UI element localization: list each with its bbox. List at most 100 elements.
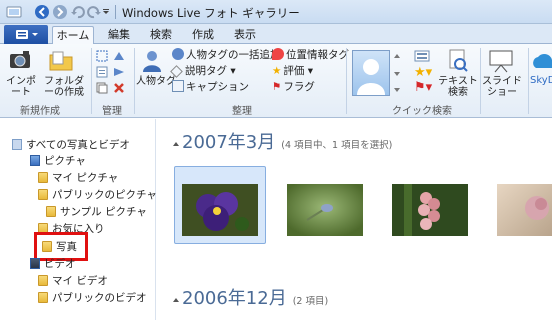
properties-icon[interactable] <box>96 66 108 78</box>
window-title: Windows Live フォト ギャラリー <box>122 6 300 20</box>
folder-icon <box>38 172 48 183</box>
tab-search[interactable]: 検索 <box>144 26 178 44</box>
text-search-button-label[interactable]: テキスト検索 <box>436 76 480 98</box>
copy-icon[interactable] <box>96 82 108 94</box>
batch-people-tag-button[interactable]: 人物タグの一括追加 <box>172 48 281 62</box>
people-tag-icon <box>143 51 161 72</box>
people-tag-button-label[interactable]: 人物タグ <box>136 76 176 87</box>
flag-filter-icon[interactable]: ⚑▾ <box>414 80 432 95</box>
text-search-icon <box>449 49 468 72</box>
nav-public-videos[interactable]: パブリックのビデオ <box>38 291 147 305</box>
file-menu-icon <box>16 30 38 39</box>
new-group-label: 新規作成 <box>20 106 60 117</box>
nav-public-pictures-label: パブリックのピクチャ <box>52 189 157 201</box>
title-separator <box>115 5 116 19</box>
tab-create[interactable]: 作成 <box>186 26 220 44</box>
new-folder-button-label[interactable]: フォルダーの作成 <box>42 76 86 98</box>
date-group-count: (4 項目中、1 項目を選択) <box>281 140 393 151</box>
nav-pictures-label: ピクチャ <box>44 155 86 167</box>
ribbon-tab-row: ホーム 編集 検索 作成 表示 <box>0 24 552 44</box>
rating-button[interactable]: ★ 評価 ▾ <box>272 64 313 78</box>
skydrive-button[interactable]: SkyD <box>530 50 552 94</box>
nav-public-pictures[interactable]: パブリックのピクチャ <box>38 188 157 202</box>
slideshow-button-label[interactable]: スライドショー <box>482 76 522 98</box>
nav-my-pictures-label: マイ ピクチャ <box>52 172 119 184</box>
flag-label: フラグ <box>283 81 315 93</box>
tab-view[interactable]: 表示 <box>228 26 262 44</box>
rating-filter-icon[interactable]: ★▾ <box>414 65 432 80</box>
group-separator <box>134 48 135 114</box>
file-menu-button[interactable] <box>4 25 48 44</box>
description-tag-label: 説明タグ <box>185 65 227 77</box>
geotag-label: 位置情報タグ <box>286 49 349 61</box>
quick-find-group-label: クイック検索 <box>392 106 452 117</box>
caption-button[interactable]: キャプション <box>172 80 249 94</box>
nav-my-videos[interactable]: マイ ビデオ <box>38 274 108 288</box>
rotate-right-icon[interactable] <box>86 4 102 20</box>
date-group-header[interactable]: 2007年3月 (4 項目中、1 項目を選択) <box>182 128 392 154</box>
flag-button[interactable]: ⚑ フラグ <box>272 80 315 94</box>
photo-gallery-icon <box>12 139 22 150</box>
batch-people-tag-label: 人物タグの一括追加 <box>186 49 281 61</box>
import-icon <box>10 51 30 68</box>
caption-icon <box>172 80 184 92</box>
customize-dropdown-icon[interactable] <box>101 4 111 20</box>
ribbon-home-panel: インポート フォルダーの作成 新規作成 管理 人物タグ 人物タグの一括追加 説明… <box>0 44 552 118</box>
gallery-scroll-icon[interactable] <box>392 50 402 96</box>
nav-all-photos-label: すべての写真とビデオ <box>26 139 130 151</box>
collapse-group-icon[interactable] <box>173 142 179 146</box>
tab-edit[interactable]: 編集 <box>102 26 136 44</box>
nav-sample-pictures[interactable]: サンプル ピクチャ <box>46 205 147 219</box>
photo-thumbnail-pink-flowers[interactable] <box>392 184 468 236</box>
nav-my-pictures[interactable]: マイ ピクチャ <box>38 171 118 185</box>
view-layout-icon[interactable] <box>414 50 430 62</box>
people-filter-gallery[interactable] <box>352 50 390 96</box>
person-silhouette-icon <box>357 59 385 95</box>
nav-videos[interactable]: ビデオ <box>30 257 76 271</box>
tab-home[interactable]: ホーム <box>52 26 94 44</box>
group-separator <box>528 48 529 114</box>
group-separator <box>346 48 347 114</box>
batch-people-icon <box>172 48 184 60</box>
tag-icon <box>170 65 183 78</box>
date-group-header[interactable]: 2006年12月 (2 項目) <box>182 284 328 310</box>
forward-icon[interactable] <box>52 4 68 20</box>
date-group-title: 2006年12月 <box>182 288 287 309</box>
delete-icon[interactable] <box>113 82 125 94</box>
description-tag-button[interactable]: 説明タグ ▾ <box>170 64 236 78</box>
new-folder-icon <box>49 51 73 71</box>
photo-thumbnail-bud[interactable] <box>287 184 363 236</box>
collapse-group-icon[interactable] <box>173 298 179 302</box>
skydrive-label: SkyD <box>530 75 552 86</box>
rotate-right-small-icon[interactable] <box>112 66 126 78</box>
photo-thumbnail-pansy[interactable] <box>182 184 258 236</box>
title-bar: Windows Live フォト ギャラリー <box>0 0 552 24</box>
import-button-label[interactable]: インポート <box>4 76 38 98</box>
flag-icon: ⚑ <box>272 81 282 93</box>
nav-pictures[interactable]: ピクチャ <box>30 154 86 168</box>
caption-label: キャプション <box>186 81 249 93</box>
gallery-app-icon <box>6 6 22 18</box>
nav-sample-pictures-label: サンプル ピクチャ <box>60 206 147 218</box>
videos-library-icon <box>30 258 40 269</box>
date-group-count: (2 項目) <box>292 296 329 307</box>
nav-all-photos[interactable]: すべての写真とビデオ <box>12 138 130 152</box>
nav-videos-label: ビデオ <box>44 258 76 270</box>
pictures-library-icon <box>30 155 40 166</box>
date-group-title: 2007年3月 <box>182 132 276 153</box>
folder-icon <box>46 206 56 217</box>
rotate-left-icon[interactable] <box>70 4 86 20</box>
rotate-icon[interactable] <box>112 50 126 62</box>
nav-public-videos-label: パブリックのビデオ <box>52 292 147 304</box>
geotag-button[interactable]: 位置情報タグ <box>272 48 349 62</box>
folder-icon <box>38 275 48 286</box>
nav-my-videos-label: マイ ビデオ <box>52 275 108 287</box>
rating-label: 評価 <box>283 65 305 77</box>
group-separator <box>480 48 481 114</box>
photo-thumbnail-blossom[interactable] <box>497 184 552 236</box>
select-all-icon[interactable] <box>96 50 108 62</box>
star-icon: ★ <box>272 65 282 77</box>
back-icon[interactable] <box>34 4 50 20</box>
skydrive-cloud-icon <box>533 54 552 68</box>
organize-group-label: 整理 <box>232 106 252 117</box>
